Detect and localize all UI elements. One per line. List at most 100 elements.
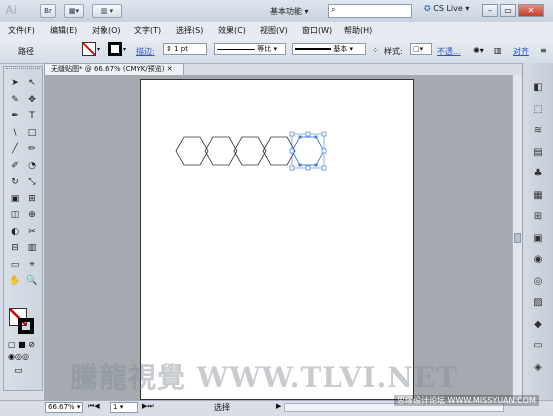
tools-panel: ➤ ↖ ✎ ✥ ✒ T \ □ ╱ ✏ ✐ ◔ ↻ ⤡ ▣ ⊞ ◫ ⊕ ◐ ✂ ⊟ ▥ ▭ ⌖ ✋ 🔍 ▢ ■ ⊘ ◉◎◎ ▭: [3, 66, 43, 391]
workspace-switcher[interactable]: 基本功能 ▾: [270, 6, 309, 17]
tool-button[interactable]: ✂: [25, 226, 39, 238]
page-field[interactable]: 1 ▾: [110, 402, 138, 413]
search-icon: ⌕: [331, 5, 336, 14]
tool-button[interactable]: ↻: [8, 176, 22, 188]
panel-menu-icon[interactable]: ≡: [540, 46, 547, 55]
variable-width-profile-dropdown[interactable]: 等比 ▾: [214, 43, 286, 55]
hexagon-shape: [204, 136, 238, 166]
dock-panel-icon[interactable]: ▤: [530, 146, 546, 160]
document-tab[interactable]: 无缝贴图* @ 66.67% (CMYK/预览) ✕: [44, 63, 184, 75]
status-menu-icon[interactable]: ▶: [276, 402, 281, 410]
stroke-swatch[interactable]: [108, 42, 122, 56]
opacity-link[interactable]: 不透...: [437, 46, 461, 57]
bridge-button[interactable]: Br: [40, 4, 56, 18]
menu-file[interactable]: 文件(F): [8, 25, 35, 36]
screen-mode-icon[interactable]: ▭: [14, 366, 23, 376]
site-watermark: 思缘设计论坛 WWW.MISSYUAN.COM: [394, 395, 539, 406]
zoom-value: 66.67%: [48, 403, 75, 411]
page-value: 1: [113, 403, 118, 411]
dock-panel-icon[interactable]: ⊞: [530, 210, 546, 224]
align-link[interactable]: 对齐: [513, 46, 529, 57]
tool-button[interactable]: ⌖: [25, 259, 39, 271]
dock-panel-icon[interactable]: ▨: [530, 296, 546, 310]
recolor-icon[interactable]: ✺▾: [473, 46, 484, 55]
tool-button[interactable]: ◔: [25, 160, 39, 172]
dock-panel-icon[interactable]: ▭: [530, 339, 546, 353]
search-input[interactable]: ⌕: [328, 4, 412, 18]
profile-label: 等比: [257, 45, 272, 53]
dock-panel-icon[interactable]: ◧: [530, 81, 546, 95]
stroke-color-box[interactable]: [18, 318, 34, 334]
tool-button[interactable]: ◐: [8, 226, 22, 238]
first-page-icon[interactable]: ⏮◀: [88, 402, 100, 411]
dock-panel-icon[interactable]: ⬚: [530, 103, 546, 117]
tool-button[interactable]: ✎: [8, 94, 22, 106]
maximize-button[interactable]: ▭: [500, 4, 516, 17]
selection-type-label: 路径: [18, 47, 34, 56]
tool-button[interactable]: ◫: [8, 209, 22, 221]
menu-select[interactable]: 选择(S): [176, 25, 203, 36]
stepper-icon[interactable]: ⇕: [166, 45, 172, 53]
tool-button[interactable]: ▥: [25, 242, 39, 254]
scroll-thumb[interactable]: [514, 233, 521, 243]
tool-button[interactable]: ↖: [25, 77, 39, 89]
fill-dropdown-icon[interactable]: ▾: [97, 46, 100, 53]
tool-button[interactable]: T: [25, 110, 39, 122]
tool-button[interactable]: ⊞: [25, 193, 39, 205]
isolate-icon[interactable]: ▥: [494, 46, 502, 55]
minimize-button[interactable]: –: [482, 4, 498, 17]
settings-icon[interactable]: ⁘: [372, 46, 379, 55]
tool-button[interactable]: ▣: [8, 193, 22, 205]
menu-edit[interactable]: 编辑(E): [50, 25, 77, 36]
color-mode-icons[interactable]: ▢ ■ ⊘: [8, 340, 35, 349]
dock-panel-icon[interactable]: ▦: [530, 189, 546, 203]
tool-button[interactable]: ✏: [25, 143, 39, 155]
tool-button[interactable]: ⊟: [8, 242, 22, 254]
draw-mode-icons[interactable]: ◉◎◎: [8, 352, 29, 361]
panel-grip[interactable]: [6, 68, 40, 73]
view-options-button[interactable]: ▥ ▾: [92, 4, 122, 18]
dock-panel-icon[interactable]: ◈: [530, 361, 546, 375]
stroke-dropdown-icon[interactable]: ▾: [123, 46, 126, 53]
menu-effect[interactable]: 效果(C): [218, 25, 246, 36]
close-tab-icon[interactable]: ✕: [167, 65, 173, 73]
dock-panel-icon[interactable]: ◉: [530, 253, 546, 267]
tool-button[interactable]: 🔍: [25, 275, 39, 287]
fill-swatch[interactable]: [82, 42, 96, 56]
zoom-field[interactable]: 66.67% ▾: [45, 402, 83, 413]
tool-button[interactable]: ➤: [8, 77, 22, 89]
vertical-scrollbar[interactable]: [512, 75, 522, 400]
dock-panel-icon[interactable]: ◆: [530, 318, 546, 332]
dock-panel-icon[interactable]: ≋: [530, 124, 546, 138]
menu-window[interactable]: 窗口(W): [302, 25, 332, 36]
graphic-style-dropdown[interactable]: ▢▾: [410, 43, 432, 55]
arrange-documents-button[interactable]: ▦▾: [64, 4, 84, 18]
menu-type[interactable]: 文字(T): [134, 25, 161, 36]
cs-live-button[interactable]: ✪ CS Live ▾: [424, 4, 469, 13]
next-page-icon[interactable]: ▶⏭: [142, 402, 154, 411]
dock-panel-icon[interactable]: ♣: [530, 167, 546, 181]
menu-object[interactable]: 对象(O): [92, 25, 121, 36]
stroke-link[interactable]: 描边:: [136, 46, 155, 57]
tool-button[interactable]: ✐: [8, 160, 22, 172]
close-button[interactable]: ✕: [518, 4, 544, 17]
dock-panel-icon[interactable]: ◎: [530, 275, 546, 289]
tool-button[interactable]: ✥: [25, 94, 39, 106]
stroke-weight-field[interactable]: ⇕ 1 pt: [163, 43, 207, 55]
status-tool-label: 选择: [214, 403, 230, 412]
artwork[interactable]: [140, 79, 414, 400]
menu-view[interactable]: 视图(V): [260, 25, 288, 36]
tool-button[interactable]: ✒: [8, 110, 22, 122]
hexagon-shape: [175, 136, 209, 166]
menu-help[interactable]: 帮助(H): [344, 25, 372, 36]
tool-button[interactable]: □: [25, 127, 39, 139]
tool-button[interactable]: ▭: [8, 259, 22, 271]
tool-button[interactable]: ⤡: [25, 176, 39, 188]
tool-button[interactable]: ╱: [8, 143, 22, 155]
tool-button[interactable]: ⊕: [25, 209, 39, 221]
brush-definition-dropdown[interactable]: 基本 ▾: [292, 43, 366, 55]
dock-panel-icon[interactable]: ▣: [530, 232, 546, 246]
document-tab-title: 无缝贴图* @ 66.67% (CMYK/预览): [51, 65, 165, 73]
tool-button[interactable]: \: [8, 127, 22, 139]
tool-button[interactable]: ✋: [8, 275, 22, 287]
